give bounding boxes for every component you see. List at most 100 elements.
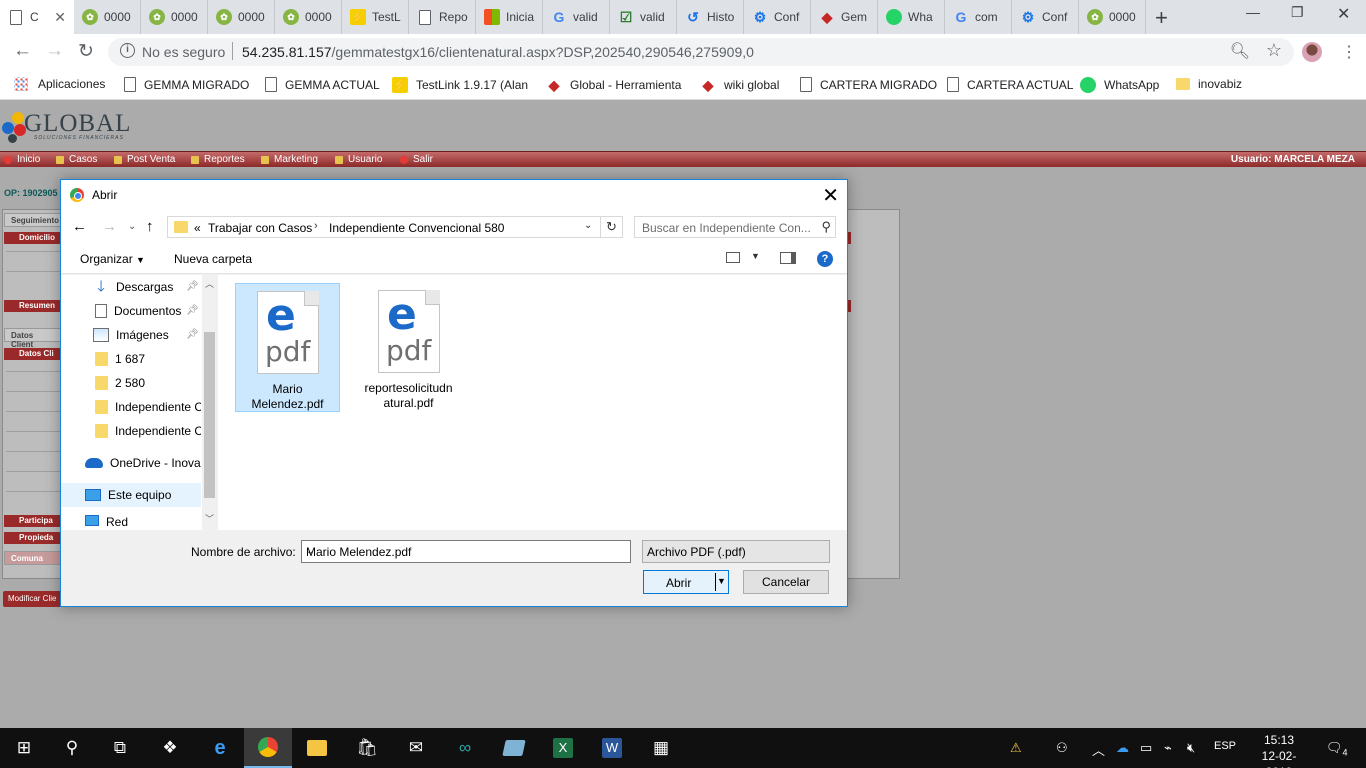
global-logo[interactable]: GLOBAL SOLUCIONES FINANCIERAS [2,106,132,150]
chevron-down-icon[interactable]: ﹀ [205,512,214,525]
avatar[interactable] [1302,42,1322,62]
bookmark-star-icon[interactable]: ☆ [1266,40,1282,61]
preview-pane-icon[interactable] [780,252,796,264]
volume-muted-icon[interactable]: 🔇︎ [1187,740,1195,756]
help-icon[interactable]: ? [817,251,833,267]
breadcrumb-overflow[interactable]: « [194,221,201,235]
tab[interactable]: Gcom [945,0,1012,34]
excel-icon[interactable]: X [551,736,575,760]
chevron-right-icon[interactable]: › [314,220,318,232]
nav-item-folder[interactable]: Independiente C [61,419,201,443]
chevron-down-icon[interactable]: ⌄ [647,546,824,557]
nav-item-folder[interactable]: 1 687 [61,347,201,371]
pin-icon[interactable]: 📌︎ [186,305,199,316]
filetype-select[interactable]: Archivo PDF (.pdf) ⌄ [642,540,830,563]
bookmark-item[interactable]: ◆ wiki global [700,77,780,93]
info-icon[interactable]: i [120,43,135,58]
bookmark-item[interactable]: WhatsApp [1080,77,1159,93]
bookmark-item[interactable]: ◆ Global - Herramienta [546,77,682,93]
tab-datos-cliente[interactable]: Datos Client [4,328,64,349]
nav-item-descargas[interactable]: 🡓 Descargas [61,275,201,299]
tab[interactable]: ✿ 0000 [1079,0,1146,34]
reload-icon[interactable]: ↻ [78,40,94,63]
nav-item-folder[interactable]: Independiente C [61,395,201,419]
tab-seguimiento[interactable]: Seguimiento [4,213,64,227]
tab[interactable]: Inicia [476,0,543,34]
search-input[interactable]: Buscar en Independiente Con... ⚲ [634,216,836,238]
battery-icon[interactable]: ▭ [1140,740,1152,756]
word-icon[interactable]: W [600,736,624,760]
new-tab-icon[interactable]: + [1155,5,1168,31]
bookmark-item[interactable]: CARTERA MIGRADO [798,77,937,92]
nav-item-este-equipo[interactable]: Este equipo [61,483,201,507]
search-icon[interactable]: ⚲ [60,736,84,760]
bookmark-item[interactable]: GEMMA MIGRADO [122,77,249,92]
modify-client-button[interactable]: Modificar Clie [3,591,63,607]
edge-icon[interactable]: e [208,736,232,760]
breadcrumb-item[interactable]: Trabajar con Casos [208,221,312,235]
up-icon[interactable]: ↑ [146,218,154,235]
nav-item-imagenes[interactable]: Imágenes [61,323,201,347]
chevron-down-icon[interactable]: ⌄ [584,220,592,231]
new-folder-button[interactable]: Nueva carpeta [174,252,252,266]
menu-salir[interactable]: Salir [400,154,433,165]
close-icon[interactable]: ✕ [822,183,839,208]
chevron-up-icon[interactable]: ︿ [205,277,214,290]
language-indicator[interactable]: ESP [1214,740,1236,752]
tab[interactable]: ⚙ Conf [1012,0,1079,34]
menu-casos[interactable]: Casos [56,154,97,165]
security-label[interactable]: No es seguro [142,44,225,60]
notes-icon[interactable] [502,736,526,760]
calculator-icon[interactable]: ▦ [649,736,673,760]
tab[interactable]: ◆ Gem [811,0,878,34]
tab[interactable]: ✿ 0000 [74,0,141,34]
organize-button[interactable]: Organizar ▼ [80,252,145,266]
file-explorer-icon[interactable] [305,736,329,760]
clock[interactable]: 15:13 12-02-2019 [1256,732,1302,768]
action-center-icon[interactable]: 🗨︎4 [1326,740,1348,758]
close-icon[interactable]: ✕ [54,9,66,26]
address-bar[interactable]: i No es seguro 54.235.81.157/gemmatestgx… [108,38,1294,66]
back-icon[interactable]: ← [72,218,87,235]
zoom-icon[interactable]: 🔍︎ [1230,41,1250,61]
open-options-dropdown-icon[interactable]: ▼ [717,576,726,586]
store-icon[interactable]: 🛍︎ [355,736,379,760]
nav-item-red[interactable]: Red [61,515,201,531]
section-domicilio[interactable]: Domicilio [4,232,62,244]
bookmark-item[interactable]: CARTERA ACTUAL [945,77,1073,92]
tab[interactable]: ✿ 0000 [141,0,208,34]
menu-reportes[interactable]: Reportes [191,154,245,165]
menu-post-venta[interactable]: Post Venta [114,154,175,165]
arduino-icon[interactable]: ∞ [453,736,477,760]
forward-icon[interactable]: → [45,40,64,62]
defender-warning-icon[interactable]: ⚠ [1010,740,1022,756]
refresh-icon[interactable]: ↻ [601,216,623,238]
nav-scrollbar[interactable]: ︿ ﹀ [202,275,217,530]
scrollbar-thumb[interactable] [204,332,215,498]
chevron-up-icon[interactable]: ︿ [1092,740,1105,759]
tab[interactable]: ☑ valid [610,0,677,34]
network-icon[interactable]: ⌁ [1164,740,1172,756]
tab[interactable]: ⚡ TestL [342,0,409,34]
tab-active[interactable]: C ✕ [0,0,74,34]
bookmark-apps[interactable]: Aplicaciones [14,77,105,91]
forward-icon[interactable]: → [102,218,117,235]
menu-kebab-icon[interactable]: ⋮ [1341,42,1357,62]
onedrive-icon[interactable]: ☁ [1116,740,1129,756]
section-resumen[interactable]: Resumen [4,300,62,312]
open-button[interactable]: Abrir ▼ [643,570,729,594]
bookmark-item[interactable]: inovabiz [1176,77,1242,91]
section-propiedades[interactable]: Propieda [4,532,62,544]
tab[interactable]: ✿ 0000 [275,0,342,34]
tab[interactable]: ✿ 0000 [208,0,275,34]
menu-usuario[interactable]: Usuario [335,154,382,165]
breadcrumb-item[interactable]: Independiente Convencional 580 [329,221,504,235]
restore-icon[interactable]: ❐ [1291,4,1304,21]
pin-icon[interactable]: 📌︎ [186,329,199,340]
menu-marketing[interactable]: Marketing [261,154,318,165]
bookmark-item[interactable]: GEMMA ACTUAL [263,77,380,92]
nav-item-folder[interactable]: 2 580 [61,371,201,395]
tab[interactable]: Wha [878,0,945,34]
file-item-mario-melendez[interactable]: e pdf Mario Melendez.pdf [235,283,340,412]
chevron-down-icon[interactable]: ▼ [751,251,760,261]
